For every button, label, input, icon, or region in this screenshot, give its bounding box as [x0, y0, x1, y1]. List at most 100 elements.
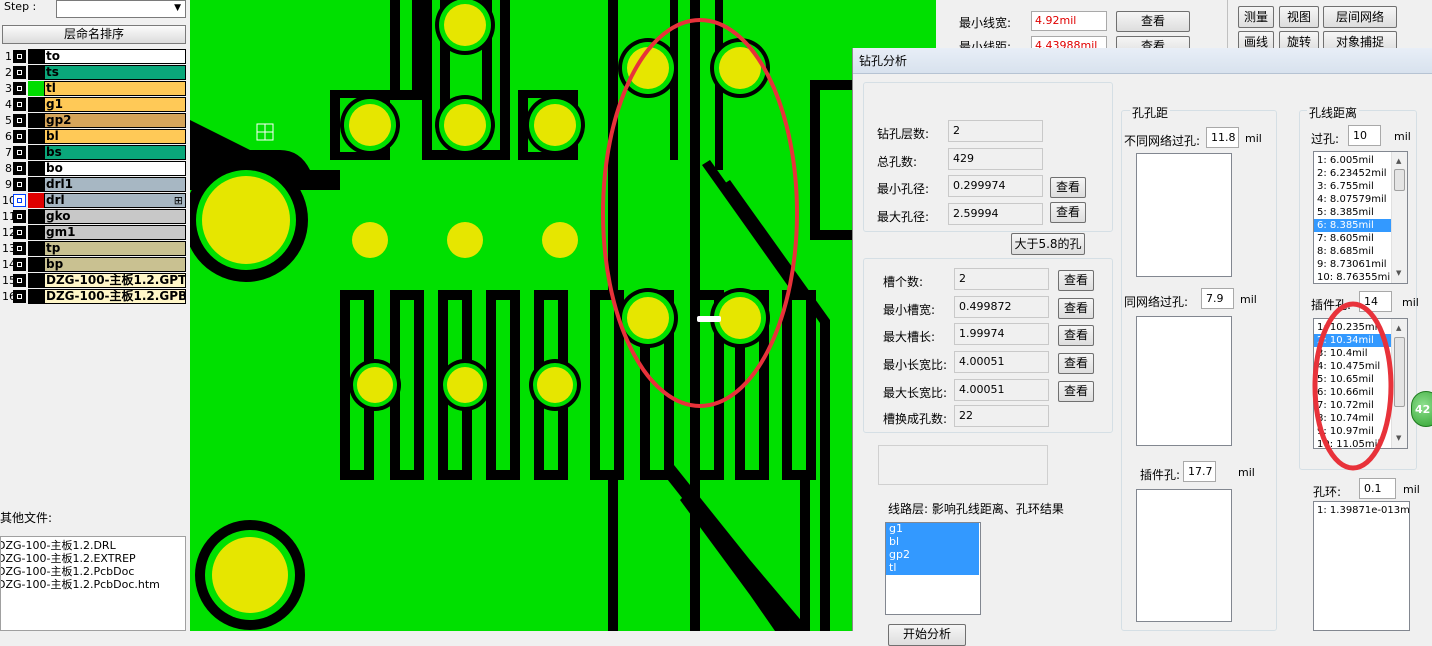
layer-visibility-checkbox[interactable]	[13, 50, 26, 63]
layer-row[interactable]: 1 to	[0, 49, 190, 64]
layer-row[interactable]: 5 gp2	[0, 113, 190, 128]
view-min-ratio-button[interactable]: 查看	[1058, 353, 1094, 374]
layer-visibility-checkbox[interactable]	[13, 226, 26, 239]
via-input[interactable]: 10	[1348, 125, 1381, 146]
list-item[interactable]: gp2	[886, 549, 979, 562]
start-analysis-button[interactable]: 开始分析	[888, 624, 966, 646]
side-badge[interactable]: 42	[1411, 391, 1432, 427]
layer-color-swatch[interactable]	[28, 257, 44, 272]
layer-name[interactable]: bs	[44, 145, 186, 160]
layer-visibility-checkbox[interactable]	[13, 146, 26, 159]
layer-name[interactable]: drl1	[44, 177, 186, 192]
layer-visibility-checkbox[interactable]	[13, 242, 26, 255]
layer-name[interactable]: gp2	[44, 113, 186, 128]
layer-row[interactable]: 8 bo	[0, 161, 190, 176]
layer-visibility-checkbox[interactable]	[13, 98, 26, 111]
layer-row[interactable]: 4 g1	[0, 97, 190, 112]
list-item[interactable]: tl	[886, 562, 979, 575]
layer-row[interactable]: 7 bs	[0, 145, 190, 160]
layer-name[interactable]: gko	[44, 209, 186, 224]
layer-row[interactable]: 2 ts	[0, 65, 190, 80]
layer-name[interactable]: gm1	[44, 225, 186, 240]
layer-name[interactable]: tl	[44, 81, 186, 96]
layer-row[interactable]: 16 DZG-100-主板1.2.GPB	[0, 289, 190, 304]
layer-visibility-checkbox[interactable]	[13, 114, 26, 127]
step-select[interactable]: ▼	[56, 0, 186, 18]
via-distance-list[interactable]: 1: 6.005mil 2: 6.23452mil 3: 6.755mil 4: 8.…	[1313, 151, 1408, 284]
layer-row[interactable]: 14 bp	[0, 257, 190, 272]
layer-color-swatch[interactable]	[28, 113, 44, 128]
layer-color-swatch[interactable]	[28, 241, 44, 256]
layer-color-swatch[interactable]	[28, 193, 44, 208]
layer-color-swatch[interactable]	[28, 289, 44, 304]
layer-name[interactable]: bl	[44, 129, 186, 144]
view-min-slot-width-button[interactable]: 查看	[1058, 298, 1094, 319]
diff-net-result-list[interactable]	[1136, 153, 1232, 277]
layer-name[interactable]: bo	[44, 161, 186, 176]
view-button[interactable]: 视图	[1279, 6, 1319, 28]
layer-row[interactable]: 6 bl	[0, 129, 190, 144]
large-hole-button[interactable]: 大于5.8的孔	[1011, 233, 1085, 255]
file-item[interactable]: DZG-100-主板1.2.PcbDoc	[1, 565, 185, 578]
view-line-width-button[interactable]: 查看	[1116, 11, 1190, 32]
pcb-canvas[interactable]	[190, 0, 852, 631]
layer-visibility-checkbox[interactable]	[13, 290, 26, 303]
circuit-layer-list[interactable]: g1 bl gp2 tl	[885, 522, 981, 615]
layer-name[interactable]: g1	[44, 97, 186, 112]
layer-row[interactable]: 15 DZG-100-主板1.2.GPT	[0, 273, 190, 288]
view-max-ratio-button[interactable]: 查看	[1058, 381, 1094, 402]
measure-button[interactable]: 测量	[1238, 6, 1274, 28]
layer-net-button[interactable]: 层间网络	[1323, 6, 1397, 28]
layer-name[interactable]: to	[44, 49, 186, 64]
layer-color-swatch[interactable]	[28, 273, 44, 288]
layer-row[interactable]: 10 drl ⊞	[0, 193, 190, 208]
layer-row[interactable]: 12 gm1	[0, 225, 190, 240]
layer-name[interactable]: bp	[44, 257, 186, 272]
layer-visibility-checkbox[interactable]	[13, 130, 26, 143]
layer-row[interactable]: 9 drl1	[0, 177, 190, 192]
scroll-down-icon[interactable]: ▼	[1396, 267, 1401, 280]
layer-visibility-checkbox[interactable]	[13, 194, 26, 207]
layer-visibility-checkbox[interactable]	[13, 178, 26, 191]
layer-name[interactable]: drl ⊞	[44, 193, 186, 208]
layer-visibility-checkbox[interactable]	[13, 274, 26, 287]
layer-visibility-checkbox[interactable]	[13, 66, 26, 79]
expand-icon[interactable]: ⊞	[174, 194, 183, 207]
layer-name[interactable]: ts	[44, 65, 186, 80]
layer-row[interactable]: 3 tl	[0, 81, 190, 96]
plugin-spacing-result-list[interactable]	[1136, 489, 1232, 622]
layer-name[interactable]: tp	[44, 241, 186, 256]
file-item[interactable]: DZG-100-主板1.2.EXTREP	[1, 552, 185, 565]
layer-color-swatch[interactable]	[28, 161, 44, 176]
layer-visibility-checkbox[interactable]	[13, 258, 26, 271]
layer-color-swatch[interactable]	[28, 225, 44, 240]
view-max-slot-length-button[interactable]: 查看	[1058, 325, 1094, 346]
sort-layers-button[interactable]: 层命名排序	[2, 25, 186, 44]
file-item[interactable]: DZG-100-主板1.2.PcbDoc.htm	[1, 578, 185, 591]
view-min-hole-button[interactable]: 查看	[1050, 177, 1086, 198]
scroll-thumb[interactable]	[1394, 169, 1405, 191]
scrollbar[interactable]: ▲ ▼	[1391, 152, 1407, 283]
list-item[interactable]: g1	[886, 523, 979, 536]
layer-row[interactable]: 11 gko	[0, 209, 190, 224]
same-net-result-list[interactable]	[1136, 316, 1232, 446]
view-max-hole-button[interactable]: 查看	[1050, 202, 1086, 223]
view-slot-count-button[interactable]: 查看	[1058, 270, 1094, 291]
scroll-up-icon[interactable]: ▲	[1396, 155, 1401, 168]
plugin-spacing-input[interactable]: 17.7	[1183, 461, 1216, 482]
layer-color-swatch[interactable]	[28, 65, 44, 80]
layer-name[interactable]: DZG-100-主板1.2.GPB	[44, 289, 186, 304]
layer-name[interactable]: DZG-100-主板1.2.GPT	[44, 273, 186, 288]
same-net-input[interactable]: 7.9	[1201, 288, 1234, 309]
ring-result-list[interactable]: 1: 1.39871e-013mil	[1313, 501, 1410, 631]
ring-input[interactable]: 0.1	[1359, 478, 1396, 499]
layer-color-swatch[interactable]	[28, 209, 44, 224]
layer-color-swatch[interactable]	[28, 177, 44, 192]
layer-visibility-checkbox[interactable]	[13, 210, 26, 223]
list-item[interactable]: 1: 1.39871e-013mil	[1314, 504, 1409, 517]
layer-color-swatch[interactable]	[28, 97, 44, 112]
layer-visibility-checkbox[interactable]	[13, 162, 26, 175]
layer-row[interactable]: 13 tp	[0, 241, 190, 256]
layer-visibility-checkbox[interactable]	[13, 82, 26, 95]
layer-color-swatch[interactable]	[28, 81, 44, 96]
